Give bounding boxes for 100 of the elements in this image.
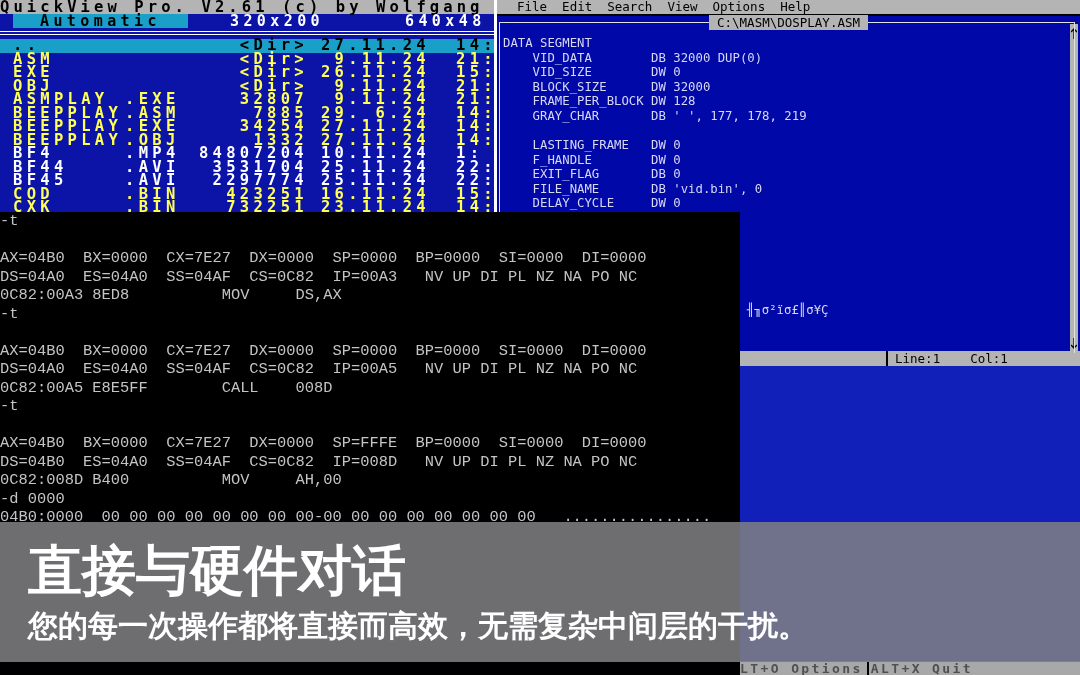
console-line: 0C82:008D B400 MOV AH,00 [0, 471, 343, 490]
code-line: F_HANDLE DW 0 [531, 152, 682, 168]
menu-item[interactable]: Edit [562, 0, 593, 14]
console-line: 0C82:00A3 8ED8 MOV DS,AX [0, 286, 343, 305]
file-title: C:\MASM\DOSPLAY.ASM [709, 15, 868, 30]
file-time: 1: [455, 147, 484, 161]
code-line: EXIT_FLAG DB 0 [531, 167, 682, 182]
file-size: 3531704 [212, 160, 308, 174]
file-row[interactable]: ASMPLAY .EXE 32807 9.11.24 21: [0, 93, 494, 107]
file-time: 15: [455, 66, 490, 80]
code-line: LASTING_FRAME DW 0 [531, 138, 682, 153]
file-row[interactable]: COD .BIN 423251 16.11.24 15: [0, 187, 494, 201]
file-row[interactable]: CXK .BIN 732251 23.11.24 14: [0, 201, 494, 213]
menu-item[interactable]: Search [607, 0, 653, 14]
file-time: 14: [455, 39, 490, 53]
file-time: 14: [455, 106, 490, 120]
file-date: 29. 6.24 [319, 106, 430, 120]
code-line: DATA SEGMENT [503, 36, 593, 51]
console-line: AX=04B0 BX=0000 CX=7E27 DX=0000 SP=0000 BP=0000 SI=0000 DI=0000 [0, 249, 648, 268]
file-date: 23.11.24 [319, 201, 430, 213]
file-ext: .AVI [125, 174, 181, 188]
file-date: 16.11.24 [319, 187, 430, 201]
file-row[interactable]: BF4 .MP4 84807204 10.11.24 1: [0, 147, 494, 161]
file-size: 84807204 [197, 147, 308, 161]
file-name: BEEPPLAY [13, 106, 124, 120]
console-line: -t [0, 212, 20, 231]
file-ext: .EXE [125, 93, 181, 107]
file-row[interactable]: BF44 .AVI 3531704 25.11.24 22: [0, 160, 494, 174]
mode-option[interactable]: Automatic [13, 14, 188, 28]
menu-item[interactable]: View [667, 0, 698, 14]
scroll-up-arrow-icon[interactable] [1071, 28, 1077, 39]
file-date: 25.11.24 [319, 174, 430, 188]
menu-item[interactable]: Help [780, 0, 811, 14]
file-date: 25.11.24 [319, 160, 430, 174]
code-line: FILE_NAME DB 'vid.bin', 0 [531, 181, 764, 197]
file-date: 27.11.24 [319, 120, 430, 134]
window-title: QuickView Pro. V2.61 (c) by Wolfgang [0, 0, 494, 14]
code-line: VID_SIZE DW 0 [531, 65, 682, 80]
file-name: BEEPPLAY [13, 133, 124, 147]
file-ext: .ASM [125, 106, 181, 120]
file-date: 27.11.24 [319, 133, 430, 147]
file-name: .. [13, 39, 41, 53]
file-ext: .BIN [125, 187, 181, 201]
console-line: -t [0, 304, 20, 323]
file-time: 15: [455, 187, 490, 201]
file-date: 9.11.24 [334, 93, 430, 107]
file-date: 10.11.24 [319, 147, 430, 161]
file-name: COD [13, 187, 54, 201]
file-size: 1332 [253, 133, 308, 147]
code-line: DELAY_CYCLE DW 0 [531, 196, 682, 212]
scroll-down-arrow-icon[interactable] [1071, 338, 1077, 349]
console-line: DS=04B0 ES=04A0 SS=04AF CS=0C82 IP=008D NV UP DI PL NZ NA PO NC [0, 452, 639, 471]
console-line: AX=04B0 BX=0000 CX=7E27 DX=0000 SP=0000 BP=0000 SI=0000 DI=0000 [0, 341, 648, 360]
code-line: FRAME_PER_BLOCK DW 128 [531, 94, 697, 109]
file-time: 14: [455, 201, 490, 213]
file-name: BF44 [13, 160, 69, 174]
file-time: 22: [455, 174, 490, 188]
file-size: 732251 [225, 201, 308, 213]
code-line: BLOCK_SIZE DW 32000 [531, 79, 712, 95]
file-name: ASM [13, 52, 55, 66]
file-date: 9.11.24 [334, 52, 430, 66]
file-row[interactable]: BEEPPLAY .EXE 34254 27.11.24 14: [0, 120, 494, 134]
file-size: 7885 [253, 106, 308, 120]
file-name: BEEPPLAY [13, 120, 124, 134]
shortcut-hint: LT+O Options [740, 662, 864, 675]
code-line: VID_DATA DB 32000 DUP(0) [531, 50, 764, 66]
file-name: CXK [13, 201, 55, 213]
file-ext: .MP4 [125, 147, 181, 161]
file-size: 34254 [238, 120, 308, 134]
file-time: 14: [455, 133, 490, 147]
console-line: DS=04A0 ES=04A0 SS=04AF CS=0C82 IP=00A3 NV UP DI PL NZ NA PO NC [0, 267, 639, 286]
console-line: 0C82:00A5 E8E5FF CALL 008D [0, 378, 334, 397]
file-time: 21: [455, 52, 490, 66]
file-name: ASMPLAY [13, 93, 109, 107]
menu-item[interactable]: Options [712, 0, 766, 14]
file-date: 26.11.24 [319, 66, 430, 80]
menu-item[interactable]: File [517, 0, 548, 14]
file-date: 9.11.24 [334, 79, 430, 93]
code-line: GRAY_CHAR DB ' ', 177, 178, 219 [531, 108, 808, 124]
cursor-line: Line:1 [895, 351, 941, 366]
cursor-column: Col:1 [970, 351, 1008, 366]
file-row[interactable]: BEEPPLAY .OBJ 1332 27.11.24 14: [0, 133, 494, 147]
file-row[interactable]: BEEPPLAY .ASM 7885 29. 6.24 14: [0, 106, 494, 120]
file-ext: .EXE [125, 120, 181, 134]
file-time: 21: [455, 79, 490, 93]
file-size: 423251 [226, 187, 308, 201]
console-line: DS=04A0 ES=04A0 SS=04AF CS=0C82 IP=00A5 NV UP DI PL NZ NA PO NC [0, 360, 639, 379]
file-date: 27.11.24 [319, 39, 430, 53]
file-name: BF4 [13, 147, 54, 161]
file-row[interactable]: BF45 .AVI 2297774 25.11.24 22: [0, 174, 494, 188]
file-time: 21: [455, 93, 490, 107]
mode-option[interactable]: 320x200 [230, 14, 405, 28]
file-size: 2297774 [211, 174, 308, 188]
file-size: 32807 [238, 93, 308, 107]
mode-option[interactable]: 640x48 [405, 14, 486, 28]
file-name: BF45 [13, 174, 69, 188]
file-time: 14: [455, 120, 490, 134]
caption-subtitle: 您的每一次操作都将直接而高效，无需复杂中间层的干扰。 [28, 608, 808, 644]
file-name: EXE [13, 66, 55, 80]
console-line: AX=04B0 BX=0000 CX=7E27 DX=0000 SP=FFFE BP=0000 SI=0000 DI=0000 [0, 434, 648, 453]
